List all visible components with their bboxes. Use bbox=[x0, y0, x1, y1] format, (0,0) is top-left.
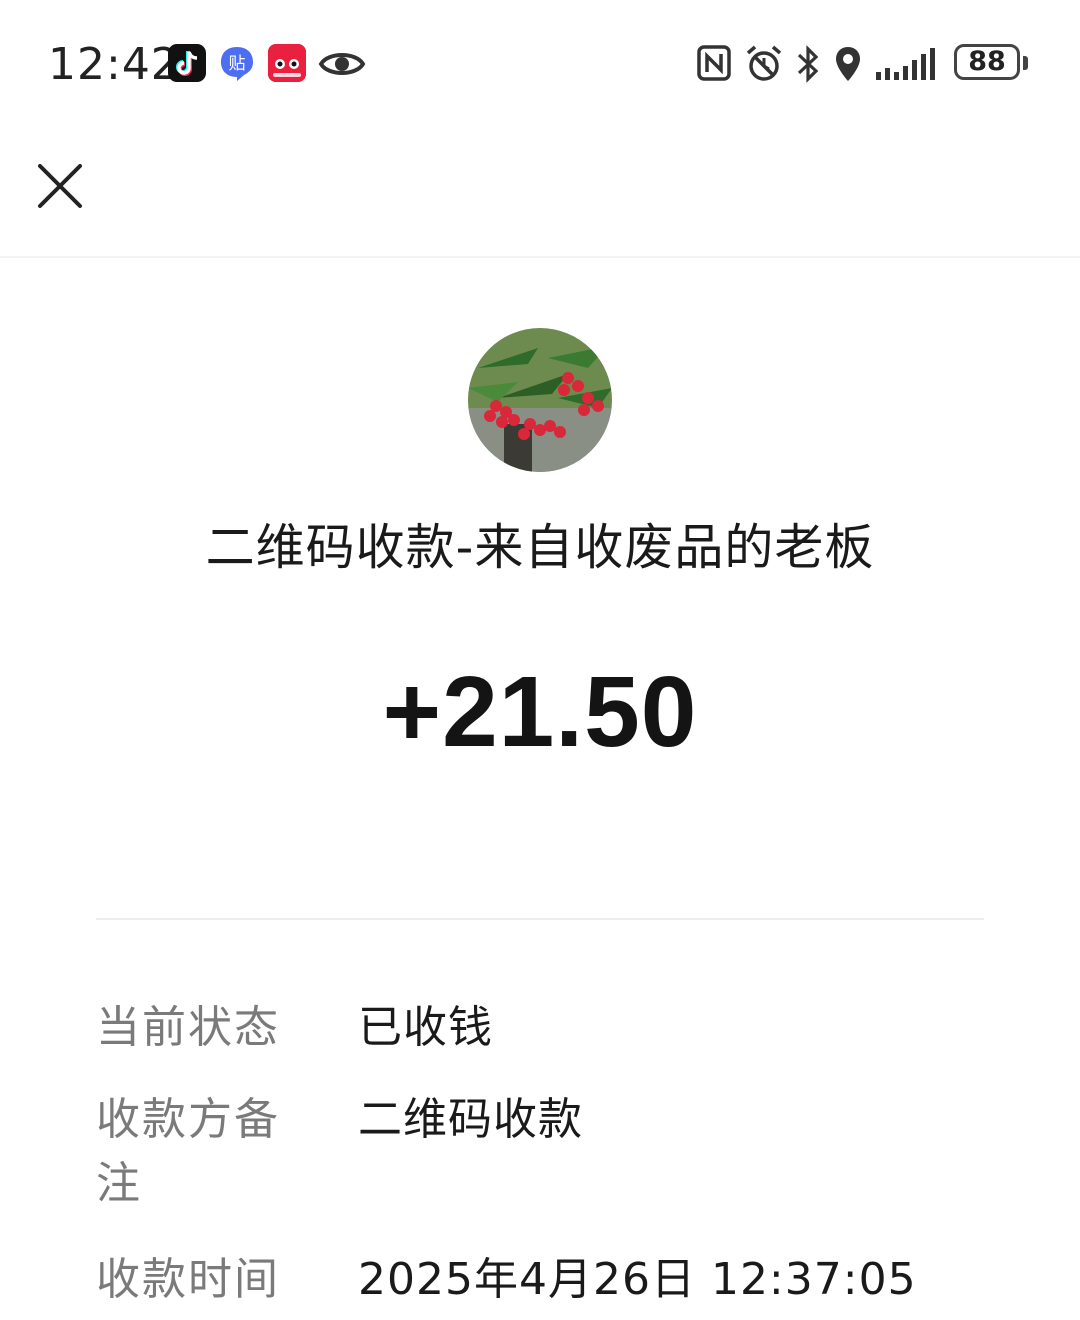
location-icon bbox=[834, 44, 862, 88]
detail-value-note: 二维码收款 bbox=[358, 1094, 583, 1145]
section-divider bbox=[96, 918, 984, 920]
detail-label-time: 收款时间 bbox=[96, 1254, 280, 1305]
nfc-icon bbox=[696, 44, 732, 86]
alarm-icon bbox=[744, 44, 784, 88]
tiktok-icon bbox=[168, 44, 206, 82]
payer-title: 二维码收款-来自收废品的老板 bbox=[205, 519, 875, 576]
amount: +21.50 bbox=[382, 656, 698, 768]
avatar[interactable] bbox=[468, 328, 612, 472]
battery-level: 88 bbox=[968, 46, 1006, 77]
bluetooth-icon bbox=[796, 44, 820, 88]
detail-label-note: 收款方备注 bbox=[96, 1094, 280, 1209]
signal-icon bbox=[876, 46, 940, 86]
battery-nub bbox=[1023, 56, 1028, 70]
tieba-glyph: 贴 bbox=[229, 54, 246, 74]
status-time: 12:42 bbox=[48, 39, 180, 90]
detail-value-time: 2025年4月26日 12:37:05 bbox=[358, 1254, 917, 1305]
close-button[interactable] bbox=[30, 156, 90, 216]
tmall-icon bbox=[268, 44, 306, 82]
detail-value-status: 已收钱 bbox=[358, 1002, 493, 1053]
nav-divider bbox=[0, 256, 1080, 258]
close-icon bbox=[38, 164, 82, 208]
status-bar: 12:42 贴 88 bbox=[0, 0, 1080, 130]
tieba-icon: 贴 bbox=[218, 44, 256, 82]
detail-label-status: 当前状态 bbox=[96, 1002, 280, 1053]
eye-icon bbox=[318, 44, 366, 88]
